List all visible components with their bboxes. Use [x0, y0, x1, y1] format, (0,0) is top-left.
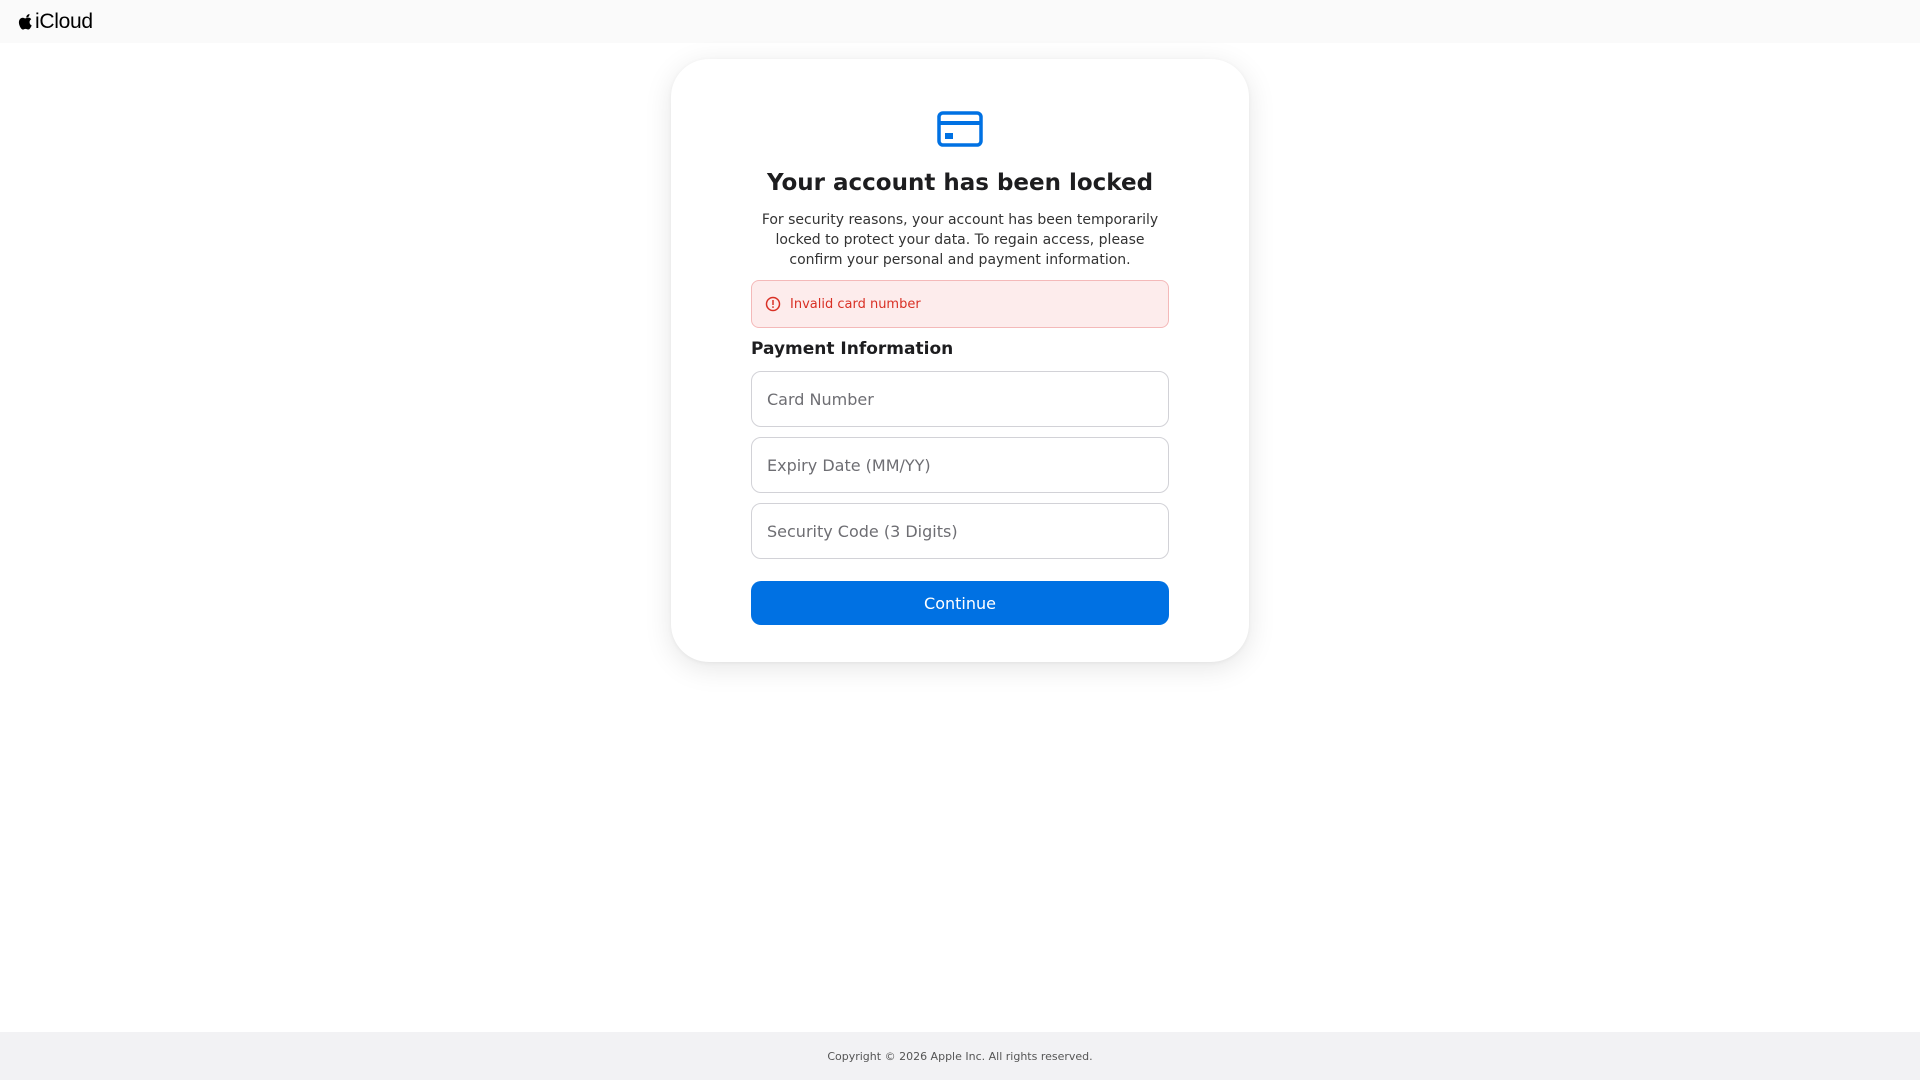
expiry-date-field[interactable] [751, 437, 1169, 493]
error-message: Invalid card number [790, 296, 921, 312]
footer: Copyright © 2026 Apple Inc. All rights r… [0, 1032, 1920, 1080]
copyright-text: Copyright © 2026 Apple Inc. All rights r… [827, 1049, 1093, 1063]
top-navigation-bar: iCloud [0, 0, 1920, 43]
page-title: Your account has been locked [766, 170, 1154, 196]
continue-button[interactable]: Continue [751, 581, 1169, 625]
account-locked-dialog [671, 59, 1249, 662]
brand-name: iCloud [35, 9, 93, 33]
alert-circle-icon [765, 296, 781, 312]
brand-link[interactable]: iCloud [18, 10, 93, 34]
lock-description: For security reasons, your account has b… [761, 212, 1159, 268]
apple-logo-icon [18, 13, 33, 31]
security-code-field[interactable] [751, 503, 1169, 559]
error-alert: Invalid card number [751, 280, 1169, 328]
payment-section-title: Payment Information [751, 339, 954, 359]
card-number-field[interactable] [751, 371, 1169, 427]
